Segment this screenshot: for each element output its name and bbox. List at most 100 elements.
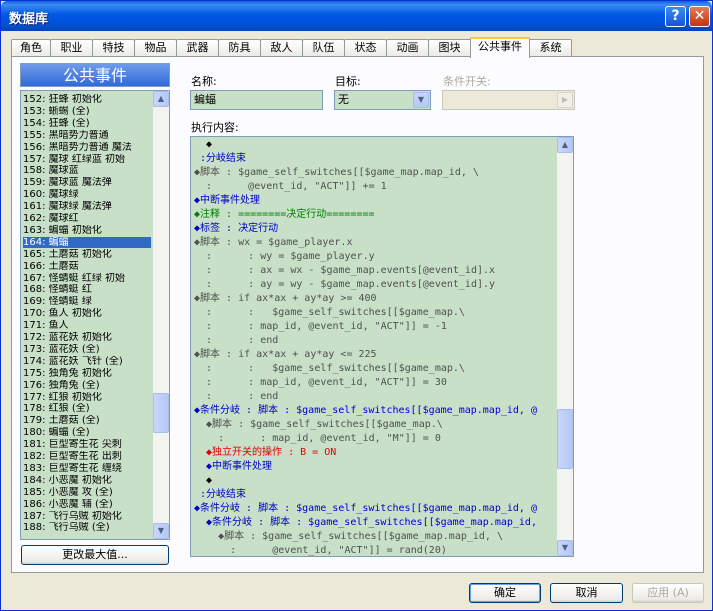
command-line[interactable]: ◆ [194, 474, 212, 487]
command-line[interactable]: : : ax = wx - $game_map.events[@event_id… [194, 264, 495, 277]
command-line[interactable]: :分岐结束 [194, 152, 246, 165]
common-event-list[interactable]: 188: 飞行乌贼 (全) 187: 飞行乌贼 初始化 186: 小恶魔 辅 (全)… [20, 90, 170, 540]
code-scroll-up-icon[interactable]: ▲ [557, 137, 573, 153]
command-line[interactable]: : : end [194, 334, 278, 347]
tab-item[interactable]: 防具 [218, 39, 261, 56]
command-line[interactable]: ◆脚本 : $game_self_switches[[$game_map.map… [194, 530, 503, 543]
event-command-list[interactable]: : @event_id, "ACT"]] = rand(20) ◆脚本 : $g… [190, 136, 574, 557]
tab-item[interactable]: 公共事件 [470, 37, 530, 58]
tab-item[interactable]: 图块 [428, 39, 471, 56]
list-item[interactable]: 185: 小恶魔 攻 (全) [23, 487, 151, 498]
list-item[interactable]: 154: 狂蜂 (全) [23, 118, 151, 129]
command-line[interactable]: ◆中断事件处理 [194, 460, 272, 473]
tab-item[interactable]: 动画 [386, 39, 429, 56]
title-bar[interactable]: 数据库 ? ✕ [1, 1, 712, 31]
code-scroll-down-icon[interactable]: ▼ [557, 540, 573, 556]
list-scroll-thumb[interactable] [153, 393, 169, 433]
list-item[interactable]: 155: 黑暗势力普通 [23, 130, 151, 141]
list-item[interactable]: 181: 巨型寄生花 尖刺 [23, 439, 151, 450]
command-line[interactable]: ◆脚本 : $game_self_switches[[$game_map.\ [194, 418, 443, 431]
cancel-button[interactable]: 取消 [550, 583, 623, 603]
list-item[interactable]: 169: 怪蜻蜓 绿 [23, 296, 151, 307]
list-item[interactable]: 180: 蝙蝠 (全) [23, 427, 151, 438]
list-item[interactable]: 168: 怪蜻蜓 红 [23, 284, 151, 295]
list-item[interactable]: 162: 魔球红 [23, 213, 151, 224]
list-item[interactable]: 170: 鱼人 初始化 [23, 308, 151, 319]
command-line[interactable]: : : $game_self_switches[[$game_map.\ [194, 306, 465, 319]
command-line[interactable]: : : wy = $game_player.y [194, 250, 375, 263]
tab-item[interactable]: 系统 [529, 39, 572, 56]
list-item[interactable]: 160: 魔球绿 [23, 189, 151, 200]
list-item[interactable]: 159: 魔球蓝 魔法弹 [23, 177, 151, 188]
list-item[interactable]: 187: 飞行乌贼 初始化 [23, 511, 151, 522]
command-line[interactable]: ◆脚本 : if ax*ax + ay*ay <= 225 [194, 348, 377, 361]
list-item[interactable]: 184: 小恶魔 初始化 [23, 475, 151, 486]
scroll-up-icon[interactable]: ▲ [153, 91, 169, 107]
command-line[interactable]: ◆脚本 : wx = $game_player.x [194, 236, 352, 249]
code-scroll-thumb[interactable] [557, 409, 573, 469]
list-scrollbar[interactable]: ▲ ▼ [153, 91, 169, 539]
close-icon[interactable]: ✕ [689, 6, 710, 27]
command-line[interactable]: ◆条件分岐 : 脚本 : $game_self_switches[[$game_… [194, 404, 537, 417]
list-item[interactable]: 188: 飞行乌贼 (全) [23, 522, 151, 533]
command-line[interactable]: :分岐结束 [194, 488, 246, 501]
list-item[interactable]: 174: 蓝花妖 飞针 (全) [23, 356, 151, 367]
list-item[interactable]: 165: 土蘑菇 初始化 [23, 249, 151, 260]
command-line[interactable]: ◆中断事件处理 [194, 194, 260, 207]
tab-item[interactable]: 敌人 [260, 39, 303, 56]
list-item[interactable]: 177: 红狼 初始化 [23, 392, 151, 403]
list-item[interactable]: 153: 蜥蜴 (全) [23, 106, 151, 117]
command-line[interactable]: ◆独立开关的操作 : B = ON [194, 446, 336, 459]
list-item[interactable]: 163: 蝙蝠 初始化 [23, 225, 151, 236]
command-line[interactable]: : : map_id, @event_id, "M"]] = 0 [194, 432, 441, 445]
command-line[interactable]: ◆条件分岐 : 脚本 : $game_self_switches[[$game_… [194, 516, 537, 529]
list-item[interactable]: 157: 魔球 红绿蓝 初始 [23, 154, 151, 165]
code-scrollbar[interactable]: ▲ ▼ [557, 137, 573, 556]
chevron-down-icon[interactable]: ▼ [413, 92, 429, 108]
tab-item[interactable]: 角色 [11, 39, 51, 56]
list-item[interactable]: 166: 土蘑菇 [23, 261, 151, 272]
tab-item[interactable]: 物品 [134, 39, 177, 56]
command-line[interactable]: ◆标签 : 决定行动 [194, 222, 278, 235]
list-item[interactable]: 179: 土蘑菇 (全) [23, 415, 151, 426]
name-input[interactable]: 蝙蝠 [190, 90, 323, 110]
command-line[interactable]: ◆脚本 : $game_self_switches[[$game_map.map… [194, 166, 479, 179]
tab-item[interactable]: 队伍 [302, 39, 345, 56]
change-max-button[interactable]: 更改最大值... [21, 545, 169, 565]
list-item[interactable]: 164: 蝙蝠 [23, 236, 151, 248]
command-line[interactable]: : @event_id, "ACT"]] = rand(20) [194, 544, 447, 556]
list-item[interactable]: 173: 蓝花妖 (全) [23, 344, 151, 355]
list-item[interactable]: 182: 巨型寄生花 出刺 [23, 451, 151, 462]
list-item[interactable]: 167: 怪蜻蜓 红绿 初始 [23, 273, 151, 284]
list-item[interactable]: 172: 蓝花妖 初始化 [23, 332, 151, 343]
scroll-down-icon[interactable]: ▼ [153, 523, 169, 539]
tab-item[interactable]: 状态 [344, 39, 387, 56]
help-icon[interactable]: ? [665, 6, 686, 27]
list-item[interactable]: 186: 小恶魔 辅 (全) [23, 499, 151, 510]
command-line[interactable]: ◆注释 : ========决定行动======== [194, 208, 374, 221]
list-item[interactable]: 175: 独角兔 初始化 [23, 368, 151, 379]
list-item[interactable]: 176: 独角兔 (全) [23, 380, 151, 391]
list-item[interactable]: 158: 魔球蓝 [23, 165, 151, 176]
list-item[interactable]: 171: 鱼人 [23, 320, 151, 331]
tab-item[interactable]: 武器 [176, 39, 219, 56]
list-item[interactable]: 161: 魔球绿 魔法弹 [23, 201, 151, 212]
tab-item[interactable]: 职业 [50, 39, 93, 56]
list-header: 公共事件 [20, 63, 170, 87]
tab-item[interactable]: 特技 [92, 39, 135, 56]
target-select[interactable]: 无 ▼ [334, 90, 431, 110]
list-item[interactable]: 183: 巨型寄生花 缠绕 [23, 463, 151, 474]
list-item[interactable]: 178: 红狼 (全) [23, 403, 151, 414]
command-line[interactable]: ◆条件分岐 : 脚本 : $game_self_switches[[$game_… [194, 502, 537, 515]
command-line[interactable]: : : end [194, 390, 278, 403]
command-line[interactable]: : : ay = wy - $game_map.events[@event_id… [194, 278, 495, 291]
command-line[interactable]: : : map_id, @event_id, "ACT"]] = -1 [194, 320, 447, 333]
command-line[interactable]: : : map_id, @event_id, "ACT"]] = 30 [194, 376, 447, 389]
command-line[interactable]: : : $game_self_switches[[$game_map.\ [194, 362, 465, 375]
ok-button[interactable]: 确定 [469, 583, 541, 603]
list-item[interactable]: 152: 狂蜂 初始化 [23, 94, 151, 105]
list-item[interactable]: 156: 黑暗势力普通 魔法 [23, 142, 151, 153]
command-line[interactable]: ◆脚本 : if ax*ax + ay*ay >= 400 [194, 292, 377, 305]
command-line[interactable]: : @event_id, "ACT"]] += 1 [194, 180, 387, 193]
command-line[interactable]: ◆ [194, 138, 212, 151]
